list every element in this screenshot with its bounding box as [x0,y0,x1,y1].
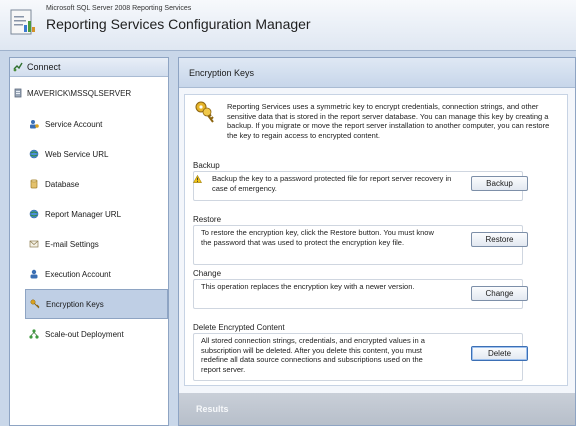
backup-description: Backup the key to a password protected f… [212,174,452,193]
connect-button[interactable]: Connect [10,58,168,77]
delete-group: Delete Encrypted Content All stored conn… [193,323,528,381]
sidebar-item-label: Report Manager URL [45,209,122,219]
sidebar-item-label: Execution Account [45,269,111,279]
change-description: This operation replaces the encryption k… [201,282,415,291]
app-title: Reporting Services Configuration Manager [46,16,311,32]
change-button[interactable]: Change [471,286,528,301]
sidebar-item-label: Scale-out Deployment [45,329,124,339]
restore-legend: Restore [193,215,222,224]
delete-description: All stored connection strings, credentia… [201,336,425,374]
sidebar-item-web-service-url[interactable]: Web Service URL [25,139,168,169]
sidebar-item-email-settings[interactable]: E-mail Settings [25,229,168,259]
server-label: MAVERICK\MSSQLSERVER [27,88,132,98]
backup-box: Backup the key to a password protected f… [193,171,528,201]
delete-button[interactable]: Delete [471,346,528,361]
globe-icon [29,209,39,219]
sidebar-item-label: Encryption Keys [46,299,104,309]
nav-list: Service Account Web Service URL Database… [25,109,168,349]
restore-description: To restore the encryption key, click the… [201,228,434,247]
connect-label: Connect [27,62,61,72]
sidebar-item-label: Service Account [45,119,103,129]
server-name: MAVERICK\MSSQLSERVER [14,88,131,98]
change-group: Change This operation replaces the encry… [193,269,528,309]
navigation-pane: Connect MAVERICK\MSSQLSERVER Service Acc… [9,57,169,426]
product-name: Microsoft SQL Server 2008 Reporting Serv… [46,5,192,12]
backup-legend: Backup [193,161,220,170]
delete-box: All stored connection strings, credentia… [193,333,528,381]
encryption-keys-panel: Reporting Services uses a symmetric key … [184,94,568,386]
intro-text: Reporting Services uses a symmetric key … [227,102,550,140]
connect-icon [13,62,23,72]
server-icon [14,88,22,98]
sidebar-item-service-account[interactable]: Service Account [25,109,168,139]
service-account-icon [30,120,39,129]
globe-icon [29,149,39,159]
restore-button[interactable]: Restore [471,232,528,247]
sidebar-item-execution-account[interactable]: Execution Account [25,259,168,289]
main-pane: Encryption Keys Reporting Services uses … [178,57,576,426]
sidebar-item-database[interactable]: Database [25,169,168,199]
sidebar-item-label: E-mail Settings [45,239,99,249]
page-title: Encryption Keys [179,58,575,88]
restore-group: Restore To restore the encryption key, c… [193,215,528,265]
title-bar: Microsoft SQL Server 2008 Reporting Serv… [0,0,576,51]
warning-icon [193,175,202,183]
network-icon [29,329,39,339]
database-icon [30,179,38,189]
reporting-services-logo-icon [10,9,35,35]
sidebar-item-scale-out-deployment[interactable]: Scale-out Deployment [25,319,168,349]
change-legend: Change [193,269,222,278]
sidebar-item-encryption-keys[interactable]: Encryption Keys [25,289,168,319]
delete-legend: Delete Encrypted Content [193,323,285,332]
change-box: This operation replaces the encryption k… [193,279,528,309]
sidebar-item-label: Web Service URL [45,149,109,159]
user-icon [30,269,38,279]
keys-icon [195,101,214,123]
sidebar-item-label: Database [45,179,80,189]
backup-group: Backup Backup the key to a password prot… [193,161,528,201]
backup-button[interactable]: Backup [471,176,528,191]
envelope-icon [29,240,39,248]
results-header: Results [179,393,575,425]
keys-icon [30,299,40,309]
sidebar-item-report-manager-url[interactable]: Report Manager URL [25,199,168,229]
restore-box: To restore the encryption key, click the… [193,225,528,265]
